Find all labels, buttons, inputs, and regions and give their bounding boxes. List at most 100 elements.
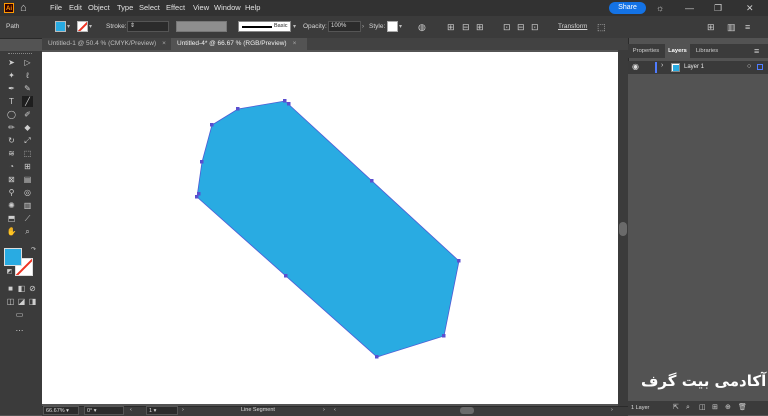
direct-selection-tool-icon[interactable]: ▷ [22, 57, 33, 68]
symbol-sprayer-tool-icon[interactable]: ✺ [6, 200, 17, 211]
transform-link[interactable]: Transform [558, 16, 587, 38]
tab-untitled-4[interactable]: Untitled-4* @ 66.67 % (RGB/Preview) × [171, 38, 307, 50]
brush-definition[interactable]: Basic [238, 21, 291, 32]
anchor-point[interactable] [283, 99, 287, 103]
status-menu-icon[interactable]: › [323, 406, 325, 415]
close-tab-icon[interactable]: × [293, 40, 297, 47]
artboard-number-field[interactable]: 1 ▾ [146, 406, 178, 415]
previous-artboard-icon[interactable]: ‹ [130, 406, 132, 415]
distribute-icon[interactable]: ⊡ [503, 21, 511, 33]
none-mode-icon[interactable]: ⊘ [27, 283, 38, 294]
anchor-point[interactable] [236, 107, 240, 111]
home-icon[interactable]: ⌂ [20, 2, 27, 14]
artboard[interactable] [42, 52, 618, 404]
anchor-point[interactable] [284, 274, 288, 278]
anchor-point[interactable] [197, 192, 201, 196]
line-segment-tool-icon[interactable]: ╱ [22, 96, 33, 107]
draw-behind-icon[interactable]: ◪ [16, 296, 27, 307]
hand-tool-icon[interactable]: ✋ [6, 226, 17, 237]
mesh-tool-icon[interactable]: ⊠ [6, 174, 17, 185]
layer-name[interactable]: Layer 1 [684, 64, 704, 70]
curvature-tool-icon[interactable]: ✎ [22, 83, 33, 94]
default-fill-stroke-icon[interactable]: ◩ [4, 267, 15, 278]
screen-mode-icon[interactable]: ▭ [14, 309, 25, 320]
minimize-icon[interactable]: — [685, 2, 694, 14]
menu-type[interactable]: Type [117, 3, 133, 13]
distribute-bottom-icon[interactable]: ⊡ [531, 21, 539, 33]
close-tab-icon[interactable]: × [162, 40, 166, 47]
paintbrush-tool-icon[interactable]: ✐ [22, 109, 33, 120]
align-right-icon[interactable]: ⊞ [476, 21, 484, 33]
gradient-mode-icon[interactable]: ◧ [16, 283, 27, 294]
anchor-point[interactable] [200, 160, 204, 164]
align-icon[interactable]: ⊞ [447, 21, 455, 33]
maximize-icon[interactable]: ❐ [714, 2, 722, 14]
anchor-point[interactable] [210, 123, 214, 127]
anchor-point[interactable] [195, 195, 199, 199]
selected-path-shape[interactable] [196, 100, 460, 358]
share-button[interactable]: Share [609, 2, 646, 14]
menu-window[interactable]: Window [214, 3, 241, 13]
menu-edit[interactable]: Edit [69, 3, 82, 13]
chevron-right-icon[interactable]: › [362, 22, 364, 32]
color-mode-icon[interactable]: ■ [5, 283, 16, 294]
stroke-swatch[interactable] [77, 21, 88, 32]
eyedropper-tool-icon[interactable]: ⚲ [6, 187, 17, 198]
menu-object[interactable]: Object [88, 3, 110, 13]
slice-tool-icon[interactable]: ⟋ [22, 213, 33, 224]
vertical-scroll-thumb[interactable] [619, 222, 627, 236]
delete-layer-icon[interactable]: 🗑 [738, 402, 747, 414]
panel-toggle-icon[interactable]: ▥ [727, 21, 736, 33]
selection-indicator[interactable] [757, 64, 763, 70]
tab-libraries[interactable]: Libraries [692, 44, 722, 58]
perspective-grid-tool-icon[interactable]: ⊞ [22, 161, 33, 172]
selection-tool-icon[interactable]: ➤ [6, 57, 17, 68]
draw-inside-icon[interactable]: ◨ [27, 296, 38, 307]
export-icon[interactable]: ⇱ [673, 402, 679, 414]
scale-tool-icon[interactable]: ⤢ [22, 135, 33, 146]
locate-object-icon[interactable]: ⌕ [686, 402, 690, 414]
menu-effect[interactable]: Effect [166, 3, 185, 13]
artboard-tool-icon[interactable]: ⬒ [6, 213, 17, 224]
arrange-icon[interactable]: ⊞ [707, 21, 715, 33]
layer-row[interactable]: ◉ › Layer 1 ○ [628, 61, 768, 74]
style-swatch[interactable] [387, 21, 398, 32]
anchor-point[interactable] [370, 179, 374, 183]
menu-view[interactable]: View [193, 3, 209, 13]
opacity-field[interactable]: 100% [328, 21, 361, 32]
scroll-left-icon[interactable]: ‹ [334, 406, 336, 415]
tab-layers[interactable]: Layers [665, 44, 690, 58]
tab-untitled-1[interactable]: Untitled-1 @ 50.4 % (CMYK/Preview) × [42, 38, 170, 50]
chevron-down-icon[interactable]: ▾ [293, 22, 296, 32]
tab-properties[interactable]: Properties [630, 44, 662, 58]
zoom-field[interactable]: 66.67% ▾ [43, 406, 79, 415]
menu-select[interactable]: Select [139, 3, 160, 13]
width-tool-icon[interactable]: ≋ [6, 148, 17, 159]
new-sublayer-icon[interactable]: ⊞ [712, 402, 718, 414]
anchor-point[interactable] [375, 355, 379, 359]
scroll-right-icon[interactable]: › [611, 406, 613, 415]
draw-normal-icon[interactable]: ◫ [5, 296, 16, 307]
clipping-mask-icon[interactable]: ◫ [699, 402, 706, 414]
magic-wand-tool-icon[interactable]: ✦ [6, 70, 17, 81]
isolate-icon[interactable]: ⬚ [597, 21, 606, 33]
type-tool-icon[interactable]: T [6, 96, 17, 107]
variable-width-profile[interactable] [176, 21, 227, 32]
rotate-tool-icon[interactable]: ↻ [6, 135, 17, 146]
pen-tool-icon[interactable]: ✒ [6, 83, 17, 94]
pencil-tool-icon[interactable]: ✏ [6, 122, 17, 133]
menu-icon[interactable]: ≡ [745, 21, 750, 33]
new-layer-icon[interactable]: ⊕ [725, 402, 731, 414]
swap-fill-stroke-icon[interactable]: ↷ [28, 245, 39, 256]
menu-file[interactable]: File [50, 3, 62, 13]
align-center-icon[interactable]: ⊟ [462, 21, 470, 33]
toolbar-grip[interactable] [8, 53, 32, 56]
blend-tool-icon[interactable]: ◎ [22, 187, 33, 198]
shape-builder-tool-icon[interactable]: ◔ [6, 161, 17, 172]
eraser-tool-icon[interactable]: ◆ [22, 122, 33, 133]
target-icon[interactable]: ○ [747, 63, 751, 70]
visibility-eye-icon[interactable]: ◉ [632, 62, 639, 71]
distribute-middle-icon[interactable]: ⊟ [517, 21, 525, 33]
chevron-down-icon[interactable]: ▾ [67, 22, 70, 32]
anchor-point[interactable] [457, 259, 461, 263]
